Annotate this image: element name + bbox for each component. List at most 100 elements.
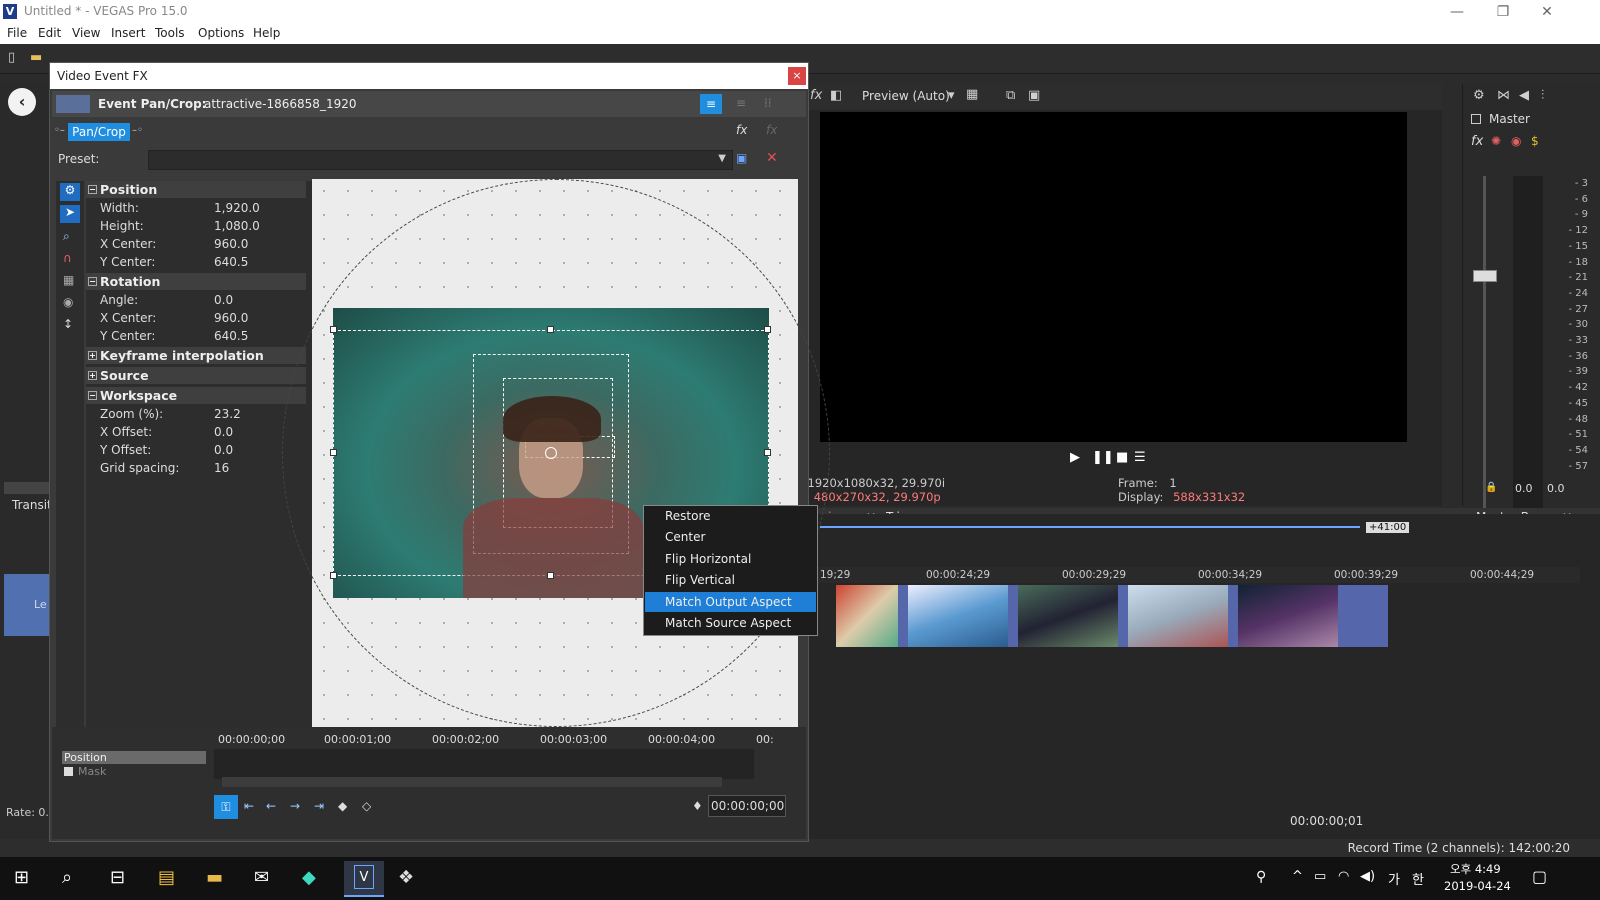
app-icon[interactable]: ◆ (302, 867, 316, 888)
first-keyframe-icon[interactable]: ⇤ (244, 799, 254, 813)
clock-date[interactable]: 2019-04-24 (1444, 879, 1511, 893)
windows-start-icon[interactable]: ⊞ (14, 867, 29, 888)
back-arrow-icon[interactable]: ‹ (8, 88, 36, 116)
keyframe-time-field[interactable]: 00:00:00;00 (708, 795, 786, 817)
volume-icon[interactable]: ◀) (1360, 869, 1375, 884)
master-fader[interactable] (1473, 270, 1497, 282)
mute-icon[interactable]: ◉ (1511, 134, 1521, 148)
next-keyframe-icon[interactable]: → (290, 799, 300, 813)
overlays-grid-icon[interactable]: ▦ (966, 87, 978, 102)
left-scrollbar[interactable] (4, 482, 50, 494)
kf-track-mask[interactable]: Mask (62, 765, 206, 778)
center-handle[interactable] (545, 447, 557, 459)
list-view-icon[interactable]: ≡ (700, 94, 722, 114)
preset-select[interactable]: ▼ (148, 150, 733, 170)
notifications-icon[interactable]: ▢ (1532, 867, 1547, 886)
section-source[interactable]: + Source (86, 367, 306, 384)
keyframe-lane[interactable] (214, 749, 754, 779)
menu-edit[interactable]: Edit (38, 26, 61, 40)
wifi-icon[interactable]: ◠ (1338, 869, 1349, 884)
loop-region-bar[interactable] (820, 526, 1360, 528)
ime-mode[interactable]: 가 (1388, 869, 1400, 888)
compact-view-icon[interactable]: ≡ (736, 96, 746, 110)
remove-fx-icon[interactable]: fx (766, 123, 777, 137)
clock-time[interactable]: 오후 4:49 (1450, 861, 1501, 877)
add-fx-icon[interactable]: fx (736, 123, 747, 137)
new-file-icon[interactable]: ▯ (8, 50, 15, 65)
task-view-icon[interactable]: ⊟ (110, 867, 125, 888)
video-track[interactable] (836, 585, 1388, 647)
ime-mode-2[interactable]: 한 (1412, 869, 1424, 888)
maximize-button[interactable]: ❐ (1488, 2, 1518, 22)
plugin-chain-icon[interactable] (56, 95, 90, 113)
section-keyframe-interpolation[interactable]: + Keyframe interpolation (86, 347, 306, 364)
pause-icon[interactable]: ❚❚ (1092, 450, 1114, 465)
people-icon[interactable]: ⚲ (1256, 869, 1266, 885)
tab-pan-crop[interactable]: Pan/Crop (68, 123, 130, 141)
video-clip[interactable] (1238, 585, 1338, 647)
grid-view-icon[interactable]: ⁞⁞ (764, 96, 772, 110)
mixer-icon[interactable]: ⫶ (1541, 88, 1544, 103)
vegas-taskbar-button[interactable]: V (344, 861, 384, 897)
resize-handle[interactable] (547, 326, 554, 333)
menu-item-restore[interactable]: Restore (645, 506, 816, 526)
preview-quality-select[interactable]: Preview (Auto) (862, 89, 950, 103)
close-window-button[interactable]: ✕ (1532, 2, 1562, 22)
split-screen-icon[interactable]: ◧ (830, 88, 842, 103)
normal-edit-tool-icon[interactable]: ➤ (60, 205, 80, 223)
menu-insert[interactable]: Insert (111, 26, 145, 40)
menu-tools[interactable]: Tools (155, 26, 185, 40)
battery-icon[interactable]: ▭ (1314, 869, 1326, 884)
fx-icon[interactable]: fx (810, 88, 822, 103)
mail-icon[interactable]: ✉ (254, 867, 269, 888)
resize-handle[interactable] (330, 449, 337, 456)
gear-icon[interactable]: ⚙ (1473, 88, 1485, 103)
resize-handle[interactable] (547, 572, 554, 579)
menu-view[interactable]: View (72, 26, 100, 40)
file-explorer-icon[interactable]: ▬ (206, 867, 223, 888)
timeline-ruler[interactable]: 19;29 00:00:24;29 00:00:29;29 00:00:34;2… (800, 567, 1580, 583)
plugin-chain-icon[interactable]: ✺ (1491, 134, 1501, 148)
resize-handle[interactable] (764, 326, 771, 333)
speaker-icon[interactable]: ◀ (1519, 88, 1529, 103)
lock-icon[interactable]: 🔒 (1485, 482, 1497, 493)
resize-handle[interactable] (330, 572, 337, 579)
magnet-snap-icon[interactable]: ∩ (63, 251, 72, 265)
search-icon[interactable]: ⌕ (62, 867, 72, 888)
chevron-down-icon[interactable]: ▾ (948, 88, 955, 103)
mask-checkbox[interactable] (64, 767, 73, 776)
minimize-button[interactable]: — (1442, 2, 1472, 22)
menu-icon[interactable]: ☰ (1134, 450, 1146, 465)
dialog-title-bar[interactable]: Video Event FX × (50, 63, 808, 89)
menu-item-match-output-aspect[interactable]: Match Output Aspect (645, 592, 816, 612)
open-folder-icon[interactable]: ▬ (30, 50, 42, 65)
video-clip[interactable] (1018, 585, 1118, 647)
gear-icon[interactable]: ⚙ (60, 183, 80, 201)
section-position[interactable]: − Position (86, 181, 306, 198)
video-clip[interactable] (1128, 585, 1228, 647)
menu-item-flip-horizontal[interactable]: Flip Horizontal (645, 549, 816, 569)
save-preset-icon[interactable]: ▣ (736, 151, 747, 165)
dialog-close-button[interactable]: × (788, 67, 806, 85)
section-rotation[interactable]: − Rotation (86, 273, 306, 290)
menu-item-flip-vertical[interactable]: Flip Vertical (645, 570, 816, 590)
video-clip[interactable] (836, 585, 898, 647)
menu-item-center[interactable]: Center (645, 527, 816, 547)
video-clip[interactable] (908, 585, 1008, 647)
add-keyframe-icon[interactable]: ◆ (338, 799, 347, 813)
delete-preset-icon[interactable]: ✕ (766, 150, 778, 166)
zoom-tool-icon[interactable]: ⌕ (63, 229, 70, 244)
copy-snapshot-icon[interactable]: ⧉ (1006, 88, 1015, 103)
keyframe-scrollbar[interactable] (222, 777, 722, 787)
downmix-icon[interactable]: ⋈ (1497, 88, 1510, 103)
kf-track-position[interactable]: Position (62, 751, 206, 764)
last-keyframe-icon[interactable]: ⇥ (314, 799, 324, 813)
parrot-app-icon[interactable]: ❖ (398, 867, 414, 888)
sync-cursor-icon[interactable]: ⚿ (214, 795, 238, 819)
scale-center-icon[interactable]: ◉ (63, 295, 73, 309)
move-vertical-icon[interactable]: ↕ (63, 317, 73, 331)
prev-keyframe-icon[interactable]: ← (266, 799, 276, 813)
section-workspace[interactable]: − Workspace (86, 387, 306, 404)
store-icon[interactable]: ▤ (158, 867, 175, 888)
tray-chevron-icon[interactable]: ^ (1292, 869, 1303, 884)
